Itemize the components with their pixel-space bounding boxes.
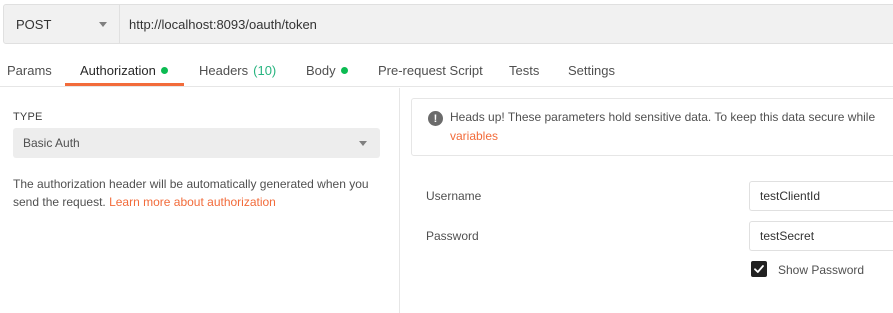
panel-divider	[399, 88, 400, 313]
tab-params[interactable]: Params	[7, 54, 52, 86]
username-field[interactable]: testClientId	[749, 181, 893, 211]
variables-link[interactable]: variables	[450, 129, 498, 143]
status-dot-icon	[340, 66, 348, 74]
tab-label: Pre-request Script	[378, 62, 483, 78]
tab-settings[interactable]: Settings	[568, 54, 615, 86]
headers-count: (10)	[253, 62, 277, 78]
learn-more-link[interactable]: Learn more about authorization	[109, 195, 276, 209]
auth-type-label: TYPE	[13, 111, 43, 123]
password-label: Password	[426, 229, 479, 243]
url-input[interactable]: http://localhost:8093/oauth/token	[120, 5, 893, 43]
tab-label: Body	[306, 62, 336, 78]
status-dot-icon	[160, 66, 168, 74]
sensitive-data-alert: ! Heads up! These parameters hold sensit…	[411, 98, 893, 156]
active-tab-indicator	[65, 83, 184, 86]
tab-label: Authorization	[80, 62, 156, 78]
alert-text: Heads up! These parameters hold sensitiv…	[450, 110, 876, 124]
auth-type-value: Basic Auth	[23, 136, 80, 150]
username-label: Username	[426, 189, 482, 203]
tab-tests[interactable]: Tests	[509, 54, 539, 86]
tab-label: Tests	[509, 62, 540, 78]
check-icon	[754, 265, 764, 273]
tab-headers[interactable]: Headers (10)	[199, 54, 276, 86]
auth-help-text: The authorization header will be automat…	[13, 175, 385, 211]
auth-type-dropdown[interactable]: Basic Auth	[13, 128, 380, 158]
tab-body[interactable]: Body	[306, 54, 348, 86]
chevron-down-icon	[359, 140, 367, 146]
info-icon: !	[428, 111, 443, 126]
chevron-down-icon	[99, 21, 107, 27]
tab-pre-request-script[interactable]: Pre-request Script	[378, 54, 483, 86]
method-label: POST	[16, 16, 52, 32]
tab-label: Params	[7, 62, 52, 78]
show-password-label: Show Password	[778, 263, 865, 277]
show-password-checkbox[interactable]	[751, 261, 767, 277]
password-field[interactable]: testSecret	[749, 221, 893, 251]
method-dropdown[interactable]: POST	[4, 5, 120, 43]
request-url-bar: POST http://localhost:8093/oauth/token	[3, 4, 893, 44]
tab-label: Settings	[568, 62, 615, 78]
tab-authorization[interactable]: Authorization	[80, 54, 168, 86]
tab-label: Headers	[199, 62, 249, 78]
